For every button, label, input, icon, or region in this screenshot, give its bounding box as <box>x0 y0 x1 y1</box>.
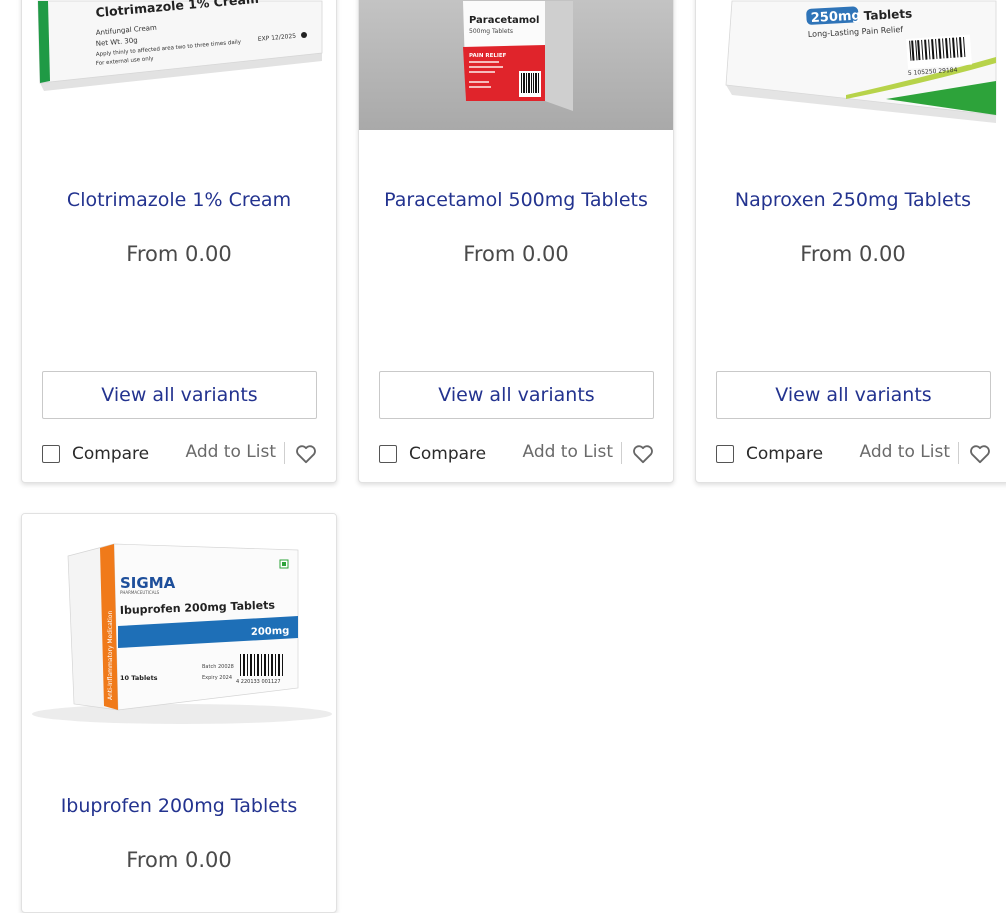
divider <box>958 442 959 464</box>
add-to-list-button[interactable]: Add to List <box>522 442 613 462</box>
package-name: Paracetamol <box>469 15 539 26</box>
paracetamol-box-image: Paracetamol 500mg Tablets PAIN RELIEF <box>359 0 673 130</box>
view-all-variants-button[interactable]: View all variants <box>716 371 991 419</box>
product-card: Paracetamol 500mg Tablets PAIN RELIEF Pa… <box>358 0 674 483</box>
package-brand-sub: PHARMACEUTICALS <box>120 590 160 595</box>
product-title[interactable]: Ibuprofen 200mg Tablets <box>22 795 336 817</box>
product-price: From 0.00 <box>463 242 569 266</box>
product-card: Clotrimazole 1% Cream Antifungal Cream N… <box>21 0 337 483</box>
compare-toggle[interactable]: Compare <box>716 444 823 464</box>
heart-icon[interactable] <box>295 444 317 464</box>
heart-icon[interactable] <box>632 444 654 464</box>
compare-checkbox[interactable] <box>379 445 397 463</box>
clotrimazole-box-image: Clotrimazole 1% Cream Antifungal Cream N… <box>37 0 323 91</box>
compare-toggle[interactable]: Compare <box>42 444 149 464</box>
package-expiry: Expiry 2024 <box>202 675 232 681</box>
package-count: 10 Tablets <box>120 674 158 682</box>
compare-label: Compare <box>746 444 824 464</box>
package-barcode: 4 220133 001127 <box>236 679 281 685</box>
product-price: From 0.00 <box>126 848 232 872</box>
add-to-list-button[interactable]: Add to List <box>185 442 276 462</box>
product-image[interactable]: 250mg Tablets Long-Lasting Pain Relief 5… <box>696 0 1006 130</box>
package-badge-suffix: Tablets <box>863 6 912 23</box>
compare-label: Compare <box>72 444 150 464</box>
product-title[interactable]: Naproxen 250mg Tablets <box>696 189 1006 211</box>
product-image[interactable]: Anti-Inflammatory Medication SIGMA PHARM… <box>22 514 336 744</box>
product-image[interactable]: Paracetamol 500mg Tablets PAIN RELIEF <box>359 0 673 130</box>
package-badge: 250mg <box>810 8 861 26</box>
compare-checkbox[interactable] <box>716 445 734 463</box>
product-price: From 0.00 <box>126 242 232 266</box>
add-to-list-button[interactable]: Add to List <box>859 442 950 462</box>
product-title[interactable]: Paracetamol 500mg Tablets <box>359 189 673 211</box>
product-image[interactable]: Clotrimazole 1% Cream Antifungal Cream N… <box>22 0 336 129</box>
compare-toggle[interactable]: Compare <box>379 444 486 464</box>
package-band: PAIN RELIEF <box>469 53 507 59</box>
package-strength: 200mg <box>251 626 290 638</box>
compare-checkbox[interactable] <box>42 445 60 463</box>
product-price: From 0.00 <box>800 242 906 266</box>
heart-icon[interactable] <box>969 444 991 464</box>
product-card: Anti-Inflammatory Medication SIGMA PHARM… <box>21 513 337 913</box>
compare-label: Compare <box>409 444 487 464</box>
view-all-variants-button[interactable]: View all variants <box>42 371 317 419</box>
package-strength: 500mg Tablets <box>469 28 513 35</box>
divider <box>621 442 622 464</box>
package-batch: Batch 20028 <box>202 664 234 670</box>
naproxen-box-image: 250mg Tablets Long-Lasting Pain Relief 5… <box>725 0 997 123</box>
product-card: 250mg Tablets Long-Lasting Pain Relief 5… <box>695 0 1006 483</box>
product-title[interactable]: Clotrimazole 1% Cream <box>22 189 336 211</box>
ibuprofen-box-image: Anti-Inflammatory Medication SIGMA PHARM… <box>32 543 332 724</box>
package-side: Anti-Inflammatory Medication <box>107 611 114 700</box>
divider <box>284 442 285 464</box>
view-all-variants-button[interactable]: View all variants <box>379 371 654 419</box>
